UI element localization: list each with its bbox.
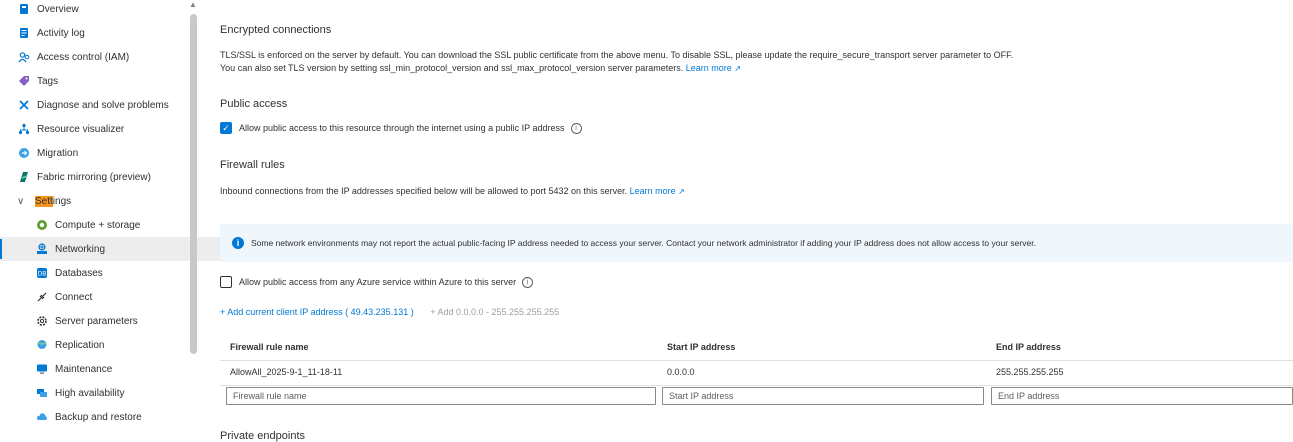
info-circle-icon: i <box>232 237 244 249</box>
add-client-ip-button[interactable]: + Add current client IP address ( 49.43.… <box>220 307 414 317</box>
column-header-start-ip: Start IP address <box>667 342 736 352</box>
sidebar-item-label: Networking <box>55 243 106 255</box>
end-ip-cell: 255.255.255.255 <box>996 367 1064 377</box>
sidebar-item-label: Overview <box>37 3 79 15</box>
firewall-learn-more-link[interactable]: Learn more ↗ <box>630 186 685 196</box>
azure-access-checkbox[interactable] <box>220 276 232 288</box>
networking-icon <box>35 242 49 256</box>
svg-text:DB: DB <box>38 271 47 278</box>
encrypted-connections-heading: Encrypted connections <box>220 24 332 36</box>
sidebar-item-label: Backup and restore <box>55 411 142 423</box>
azure-access-checkbox-label: Allow public access from any Azure servi… <box>239 277 517 287</box>
resource-visualizer-icon <box>17 122 31 136</box>
info-icon[interactable]: i <box>522 276 534 288</box>
sidebar-scroll-thumb[interactable] <box>190 14 197 354</box>
info-banner-text: Some network environments may not report… <box>251 238 1036 248</box>
sidebar-item-label: Resource visualizer <box>37 123 125 135</box>
firewall-rule-name-input[interactable] <box>226 387 656 405</box>
sidebar-group-settings[interactable]: ∨ Settings <box>0 189 203 213</box>
sidebar-item-label: Fabric mirroring (preview) <box>37 171 151 183</box>
sidebar-item-label: Connect <box>55 291 93 303</box>
sidebar-item-activity-log[interactable]: Activity log <box>0 21 203 45</box>
sidebar-item-migration[interactable]: Migration <box>0 141 203 165</box>
tls-description-line1: TLS/SSL is enforced on the server by def… <box>220 50 1014 60</box>
end-ip-input[interactable] <box>991 387 1293 405</box>
add-all-ip-button: + Add 0.0.0.0 - 255.255.255.255 <box>430 307 560 317</box>
public-access-checkbox-row: ✓ Allow public access to this resource t… <box>220 122 582 134</box>
table-header-row: Firewall rule name Start IP address End … <box>220 336 1293 361</box>
sidebar-item-resource-visualizer[interactable]: Resource visualizer <box>0 117 203 141</box>
sidebar-item-label: Migration <box>37 147 79 159</box>
database-icon: DB <box>35 266 49 280</box>
public-access-heading: Public access <box>220 98 288 110</box>
migration-icon <box>17 146 31 160</box>
firewall-description: Inbound connections from the IP addresse… <box>220 186 685 196</box>
wrench-icon <box>17 98 31 112</box>
connect-icon <box>35 290 49 304</box>
firewall-add-actions: + Add current client IP address ( 49.43.… <box>220 307 559 317</box>
column-header-rule-name: Firewall rule name <box>230 342 309 352</box>
private-endpoints-heading: Private endpoints <box>220 430 305 442</box>
sidebar-item-tags[interactable]: Tags <box>0 69 203 93</box>
info-banner: i Some network environments may not repo… <box>220 224 1293 262</box>
scroll-up-arrow-icon[interactable]: ▲ <box>188 0 198 10</box>
globe-icon <box>35 338 49 352</box>
gear-icon <box>35 314 49 328</box>
chevron-down-icon[interactable]: ∨ <box>17 196 29 207</box>
sidebar-item-label: Server parameters <box>55 315 138 327</box>
sidebar-item-label: Replication <box>55 339 105 351</box>
sidebar-item-label: Databases <box>55 267 103 279</box>
info-icon[interactable]: i <box>570 122 582 134</box>
monitor-icon <box>35 362 49 376</box>
public-access-checkbox-label: Allow public access to this resource thr… <box>239 123 565 133</box>
tag-icon <box>17 74 31 88</box>
high-availability-icon <box>35 386 49 400</box>
sidebar-item-label: Compute + storage <box>55 219 141 231</box>
cloud-icon <box>35 410 49 424</box>
sidebar-item-label: Activity log <box>37 27 85 39</box>
resource-menu-sidebar: Overview Activity log Access control (IA… <box>0 0 221 438</box>
fabric-icon <box>17 170 31 184</box>
overview-icon <box>17 2 31 16</box>
sidebar-item-diagnose[interactable]: Diagnose and solve problems <box>0 93 203 117</box>
new-rule-input-row <box>220 386 1293 410</box>
azure-access-checkbox-row: Allow public access from any Azure servi… <box>220 276 534 288</box>
sidebar-item-fabric-mirroring[interactable]: Fabric mirroring (preview) <box>0 165 203 189</box>
sidebar-group-label: Settings <box>35 195 72 207</box>
compute-icon <box>35 218 49 232</box>
rule-name-cell: AllowAll_2025-9-1_11-18-11 <box>230 367 343 377</box>
column-header-end-ip: End IP address <box>996 342 1061 352</box>
sidebar-item-access-control[interactable]: Access control (IAM) <box>0 45 203 69</box>
firewall-rules-heading: Firewall rules <box>220 159 285 171</box>
public-access-checkbox[interactable]: ✓ <box>220 122 232 134</box>
table-row[interactable]: AllowAll_2025-9-1_11-18-11 0.0.0.0 255.2… <box>220 361 1293 386</box>
external-link-icon: ↗ <box>678 187 685 196</box>
activity-log-icon <box>17 26 31 40</box>
sidebar-item-label: Maintenance <box>55 363 113 375</box>
tls-description-line2: You can also set TLS version by setting … <box>220 63 742 73</box>
external-link-icon: ↗ <box>734 64 742 73</box>
start-ip-input[interactable] <box>662 387 984 405</box>
access-control-icon <box>17 50 31 64</box>
start-ip-cell: 0.0.0.0 <box>667 367 695 377</box>
sidebar-item-label: Tags <box>37 75 59 87</box>
sidebar-item-label: High availability <box>55 387 125 399</box>
tls-learn-more-link[interactable]: Learn more ↗ <box>686 63 741 73</box>
sidebar-item-overview[interactable]: Overview <box>0 0 203 21</box>
sidebar-item-label: Access control (IAM) <box>37 51 130 63</box>
sidebar-item-label: Diagnose and solve problems <box>37 99 169 111</box>
